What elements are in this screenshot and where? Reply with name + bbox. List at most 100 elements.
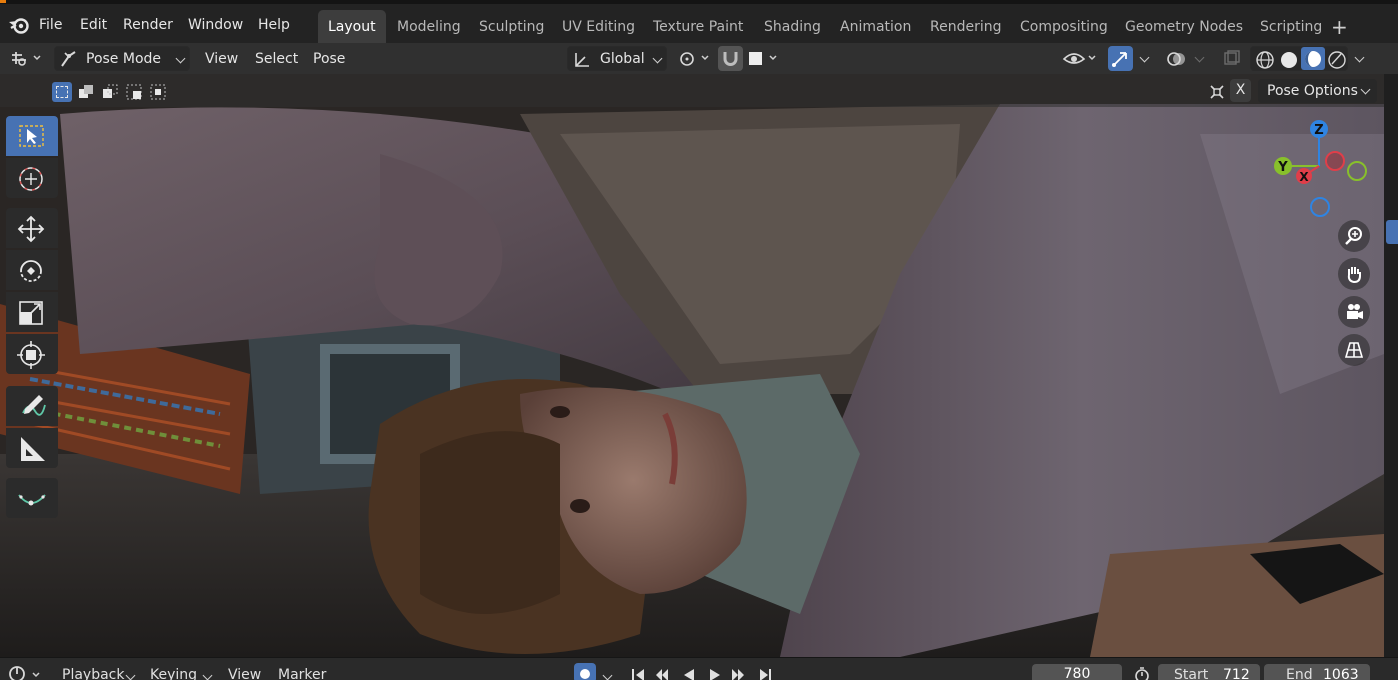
- menu-render[interactable]: Render: [123, 17, 173, 33]
- editor-type-dropdown[interactable]: [6, 46, 46, 71]
- annotate-tool[interactable]: [6, 386, 58, 426]
- move-arrows-icon: [17, 215, 45, 243]
- tab-sculpting[interactable]: Sculpting: [469, 10, 554, 43]
- menu-select[interactable]: Select: [255, 51, 298, 67]
- marker-menu[interactable]: Marker: [278, 667, 326, 680]
- snap-target-dropdown[interactable]: [745, 46, 783, 71]
- move-tool[interactable]: [6, 208, 58, 248]
- select-extend-mode[interactable]: [76, 82, 96, 102]
- chevron-down-icon: [202, 670, 213, 680]
- tab-scripting[interactable]: Scripting: [1250, 10, 1332, 43]
- select-subtract-mode[interactable]: [100, 82, 120, 102]
- chevron-down-icon: [1360, 84, 1371, 95]
- sidebar-tab-strip[interactable]: [1384, 74, 1398, 657]
- pose-options-label: Pose Options: [1267, 83, 1358, 99]
- pose-options-dropdown[interactable]: Pose Options: [1258, 79, 1377, 103]
- select-intersect-mode[interactable]: [148, 82, 168, 102]
- chevron-down-icon: [602, 670, 613, 680]
- select-invert-mode[interactable]: [124, 82, 144, 102]
- orientation-label: Global: [600, 51, 645, 67]
- snap-toggle[interactable]: [718, 46, 743, 71]
- cursor-select-icon: [19, 125, 44, 147]
- mirror-x-toggle[interactable]: X: [1230, 79, 1251, 102]
- visibility-dropdown[interactable]: [1060, 46, 1100, 71]
- shading-dropdown[interactable]: [1350, 46, 1372, 71]
- perspective-toggle-button[interactable]: [1338, 334, 1370, 366]
- mirror-icon[interactable]: [1207, 82, 1227, 102]
- pan-button[interactable]: [1338, 258, 1370, 290]
- scale-tool[interactable]: [6, 292, 58, 332]
- hand-icon: [1347, 267, 1361, 284]
- rendered-shading-icon[interactable]: [1325, 48, 1349, 71]
- menu-view[interactable]: View: [205, 51, 238, 67]
- cursor-tool[interactable]: [6, 158, 58, 198]
- tab-modeling[interactable]: Modeling: [387, 10, 471, 43]
- current-frame-field[interactable]: 780: [1032, 664, 1122, 680]
- ruler-icon: [21, 437, 45, 461]
- tab-compositing[interactable]: Compositing: [1010, 10, 1118, 43]
- blender-logo-icon[interactable]: [8, 15, 30, 35]
- menu-window[interactable]: Window: [188, 17, 243, 33]
- 3d-viewport[interactable]: [0, 74, 1384, 657]
- wireframe-shading-icon[interactable]: [1253, 48, 1277, 71]
- add-workspace-button[interactable]: +: [1331, 17, 1348, 37]
- transform-tool[interactable]: [6, 334, 58, 374]
- tab-texture-paint[interactable]: Texture Paint: [643, 10, 753, 43]
- material-shading-icon: [1305, 51, 1321, 67]
- menu-file[interactable]: File: [39, 17, 62, 33]
- select-new-mode[interactable]: [52, 82, 72, 102]
- shading-mode-group: [1250, 46, 1348, 71]
- xray-toggle[interactable]: [1220, 46, 1244, 71]
- tab-animation[interactable]: Animation: [830, 10, 921, 43]
- auto-keying-toggle[interactable]: [574, 663, 596, 680]
- bone-roll-icon: [18, 494, 46, 506]
- roll-tool[interactable]: [6, 478, 58, 518]
- end-frame-field[interactable]: End 1063: [1264, 664, 1370, 680]
- next-keyframe-icon[interactable]: [732, 669, 744, 680]
- gizmo-toggle[interactable]: [1108, 46, 1133, 71]
- play-icon[interactable]: [710, 669, 720, 680]
- overlays-dropdown[interactable]: [1190, 46, 1210, 71]
- tab-shading[interactable]: Shading: [754, 10, 831, 43]
- navigation-gizmo[interactable]: Z Y X: [1266, 116, 1374, 224]
- measure-tool[interactable]: [6, 428, 58, 468]
- overlays-toggle[interactable]: [1164, 46, 1189, 71]
- playback-controls: [632, 669, 771, 680]
- start-frame-field[interactable]: Start 712: [1158, 664, 1260, 680]
- material-preview-active[interactable]: [1301, 47, 1325, 70]
- timeline-view-menu[interactable]: View: [228, 667, 261, 680]
- tab-rendering[interactable]: Rendering: [920, 10, 1012, 43]
- solid-shading-icon[interactable]: [1277, 48, 1301, 71]
- 3d-cursor-icon: [19, 167, 43, 191]
- menu-help[interactable]: Help: [258, 17, 290, 33]
- menu-pose[interactable]: Pose: [313, 51, 345, 67]
- select-box-tool[interactable]: [6, 116, 58, 156]
- scale-icon: [19, 301, 43, 325]
- rendered-scene-image: [0, 74, 1384, 657]
- menu-edit[interactable]: Edit: [80, 17, 107, 33]
- jump-start-icon[interactable]: [632, 669, 644, 680]
- playback-menu[interactable]: Playback: [62, 667, 124, 680]
- tab-layout[interactable]: Layout: [318, 10, 386, 43]
- transform-orientation-dropdown[interactable]: Global: [567, 46, 667, 71]
- jump-end-icon[interactable]: [760, 669, 771, 680]
- orientation-axes-icon: [575, 53, 589, 67]
- chevron-down-icon: [1354, 52, 1365, 63]
- preview-range-stopwatch-icon[interactable]: [1132, 665, 1152, 680]
- timeline-editor-icon[interactable]: [8, 664, 44, 680]
- prev-keyframe-icon[interactable]: [656, 669, 668, 680]
- keying-menu[interactable]: Keying: [150, 667, 197, 680]
- gizmo-dropdown[interactable]: [1134, 46, 1156, 71]
- camera-view-button[interactable]: [1338, 296, 1370, 328]
- chevron-down-icon: [125, 670, 136, 680]
- zoom-button[interactable]: [1338, 220, 1370, 252]
- xray-icon: [1224, 50, 1240, 65]
- tab-geometry-nodes[interactable]: Geometry Nodes: [1115, 10, 1253, 43]
- rotate-tool[interactable]: [6, 250, 58, 290]
- gizmo-y-label: Y: [1277, 160, 1288, 175]
- pivot-point-dropdown[interactable]: [676, 46, 714, 71]
- mode-dropdown[interactable]: Pose Mode: [54, 46, 190, 71]
- play-reverse-icon[interactable]: [684, 669, 694, 680]
- tab-uv-editing[interactable]: UV Editing: [552, 10, 645, 43]
- select-extend-icon: [79, 85, 93, 98]
